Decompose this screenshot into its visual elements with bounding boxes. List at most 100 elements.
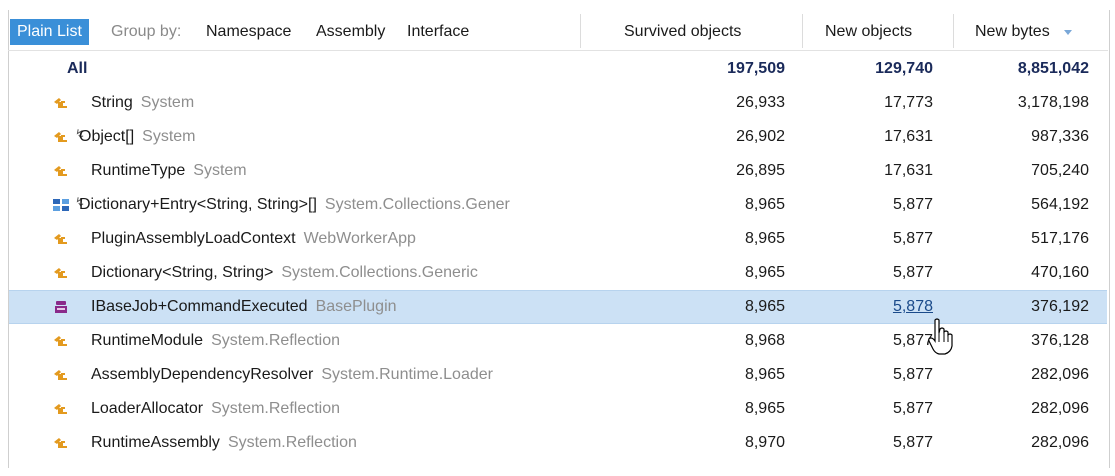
table-row[interactable]: RuntimeAssembly System.Reflection 8,970 5,8… (9, 426, 1107, 460)
new-objects-value: 17,631 (884, 128, 933, 145)
type-name-label: Object[] (79, 128, 135, 145)
group-by-label: Group by: (111, 23, 182, 40)
group-by-namespace[interactable]: Namespace (206, 19, 291, 45)
namespace-label: System (193, 162, 247, 179)
new-objects-value: 5,877 (892, 230, 933, 247)
class-icon (54, 166, 67, 176)
table-row[interactable]: LoaderAllocator System.Reflection 8,965 5,8… (9, 392, 1107, 426)
survived-objects-value: 26,895 (736, 162, 785, 179)
table-row[interactable]: AssemblyDependencyResolver System.Runtime… (9, 358, 1107, 392)
new-bytes-value: 987,336 (1031, 128, 1089, 145)
class-icon (54, 234, 67, 244)
survived-objects-value: 8,970 (744, 434, 785, 451)
column-separator (953, 14, 954, 48)
namespace-label: System.Reflection (211, 332, 340, 349)
class-icon (54, 132, 67, 142)
type-name: RuntimeType System (91, 154, 247, 188)
survived-objects-value: 8,965 (744, 264, 785, 281)
namespace-label: System.Runtime.Loader (321, 366, 493, 383)
type-name-label: Dictionary+Entry<String, String>[] (79, 196, 317, 213)
namespace-label: WebWorkerApp (303, 230, 416, 247)
table-row[interactable]: Dictionary<String, String> System.Collect… (9, 256, 1107, 290)
new-objects-value: 5,877 (892, 366, 933, 383)
survived-objects-value: 8,965 (744, 400, 785, 417)
namespace-label: System (142, 128, 196, 145)
table-row[interactable]: PluginAssemblyLoadContext WebWorkerApp 8,9… (9, 222, 1107, 256)
new-bytes-value: 376,192 (1031, 298, 1089, 315)
new-objects-value: 17,631 (884, 162, 933, 179)
type-name-label: Dictionary<String, String> (91, 264, 274, 281)
class-icon (54, 438, 67, 448)
struct-icon (53, 199, 69, 211)
table-row[interactable]: ↯ Dictionary+Entry<String, String>[] Syste… (9, 188, 1107, 222)
table-row[interactable]: RuntimeType System 26,895 17,631 705,240 (9, 154, 1107, 188)
namespace-label: System.Collections.Gener (324, 196, 510, 213)
column-separator (802, 14, 803, 48)
new-objects-value: 5,877 (892, 196, 933, 213)
type-name: AssemblyDependencyResolver System.Runtime… (91, 358, 493, 392)
column-header-new-objects[interactable]: New objects (825, 19, 912, 45)
type-name: LoaderAllocator System.Reflection (91, 392, 340, 426)
sort-descending-icon (1064, 30, 1072, 35)
type-name: Object[] System (79, 120, 195, 154)
plain-list-button[interactable]: Plain List (10, 19, 89, 45)
namespace-label: System.Collections.Generic (281, 264, 478, 281)
table-row[interactable]: String System 26,933 17,773 3,178,198 (9, 86, 1107, 120)
type-name-label: String (91, 94, 133, 111)
new-bytes-value: 3,178,198 (1017, 94, 1089, 111)
column-separator (580, 14, 581, 48)
group-by-assembly[interactable]: Assembly (316, 19, 385, 45)
type-name: All (67, 52, 87, 86)
column-header-new-bytes[interactable]: New bytes (975, 19, 1050, 45)
new-bytes-value: 564,192 (1031, 196, 1089, 213)
type-name: PluginAssemblyLoadContext WebWorkerApp (91, 222, 416, 256)
type-name: String System (91, 86, 194, 120)
new-bytes-value: 517,176 (1031, 230, 1089, 247)
table-row-all[interactable]: All 197,509 129,740 8,851,042 (9, 52, 1107, 86)
type-name: Dictionary+Entry<String, String>[] System… (79, 188, 510, 222)
type-name: Dictionary<String, String> System.Collect… (91, 256, 478, 290)
new-objects-value: 17,773 (884, 94, 933, 111)
survived-objects-value: 8,965 (744, 196, 785, 213)
survived-objects-value: 8,965 (744, 298, 785, 315)
new-bytes-value: 470,160 (1031, 264, 1089, 281)
type-name-label: RuntimeAssembly (91, 434, 220, 451)
column-header-survived-objects[interactable]: Survived objects (624, 19, 741, 45)
type-name-label: All (67, 60, 88, 77)
type-name-label: RuntimeType (91, 162, 186, 179)
survived-objects-value: 8,968 (744, 332, 785, 349)
new-bytes-value: 705,240 (1031, 162, 1089, 179)
class-icon (54, 370, 67, 380)
type-name-label: RuntimeModule (91, 332, 204, 349)
class-icon (54, 336, 67, 346)
new-bytes-value: 282,096 (1031, 434, 1089, 451)
survived-objects-value: 26,902 (736, 128, 785, 145)
table-row[interactable]: ↯ Object[] System 26,902 17,631 987,336 (9, 120, 1107, 154)
new-bytes-value: 282,096 (1031, 366, 1089, 383)
interface-icon (55, 301, 67, 313)
type-name: RuntimeAssembly System.Reflection (91, 426, 357, 460)
new-objects-value: 5,877 (892, 400, 933, 417)
hand-cursor-icon (928, 318, 953, 355)
class-icon (54, 404, 67, 414)
type-name-label: LoaderAllocator (91, 400, 204, 417)
namespace-label: System.Reflection (211, 400, 341, 417)
new-bytes-value: 8,851,042 (1017, 60, 1089, 77)
class-icon (54, 268, 67, 278)
new-objects-value: 129,740 (875, 60, 933, 77)
type-name: IBaseJob+CommandExecuted BasePlugin (91, 290, 397, 324)
new-bytes-value: 376,128 (1031, 332, 1089, 349)
new-objects-value: 5,877 (892, 264, 933, 281)
new-objects-value: 5,877 (892, 434, 933, 451)
namespace-label: BasePlugin (315, 298, 397, 315)
namespace-label: System (140, 94, 195, 111)
survived-objects-value: 8,965 (744, 366, 785, 383)
group-by-interface[interactable]: Interface (407, 19, 469, 45)
survived-objects-value: 197,509 (727, 60, 785, 77)
class-icon (54, 98, 67, 108)
new-bytes-value: 282,096 (1031, 400, 1089, 417)
namespace-label: System.Reflection (227, 434, 357, 451)
type-name-label: IBaseJob+CommandExecuted (91, 298, 308, 315)
type-name: RuntimeModule System.Reflection (91, 324, 340, 358)
survived-objects-value: 8,965 (744, 230, 785, 247)
